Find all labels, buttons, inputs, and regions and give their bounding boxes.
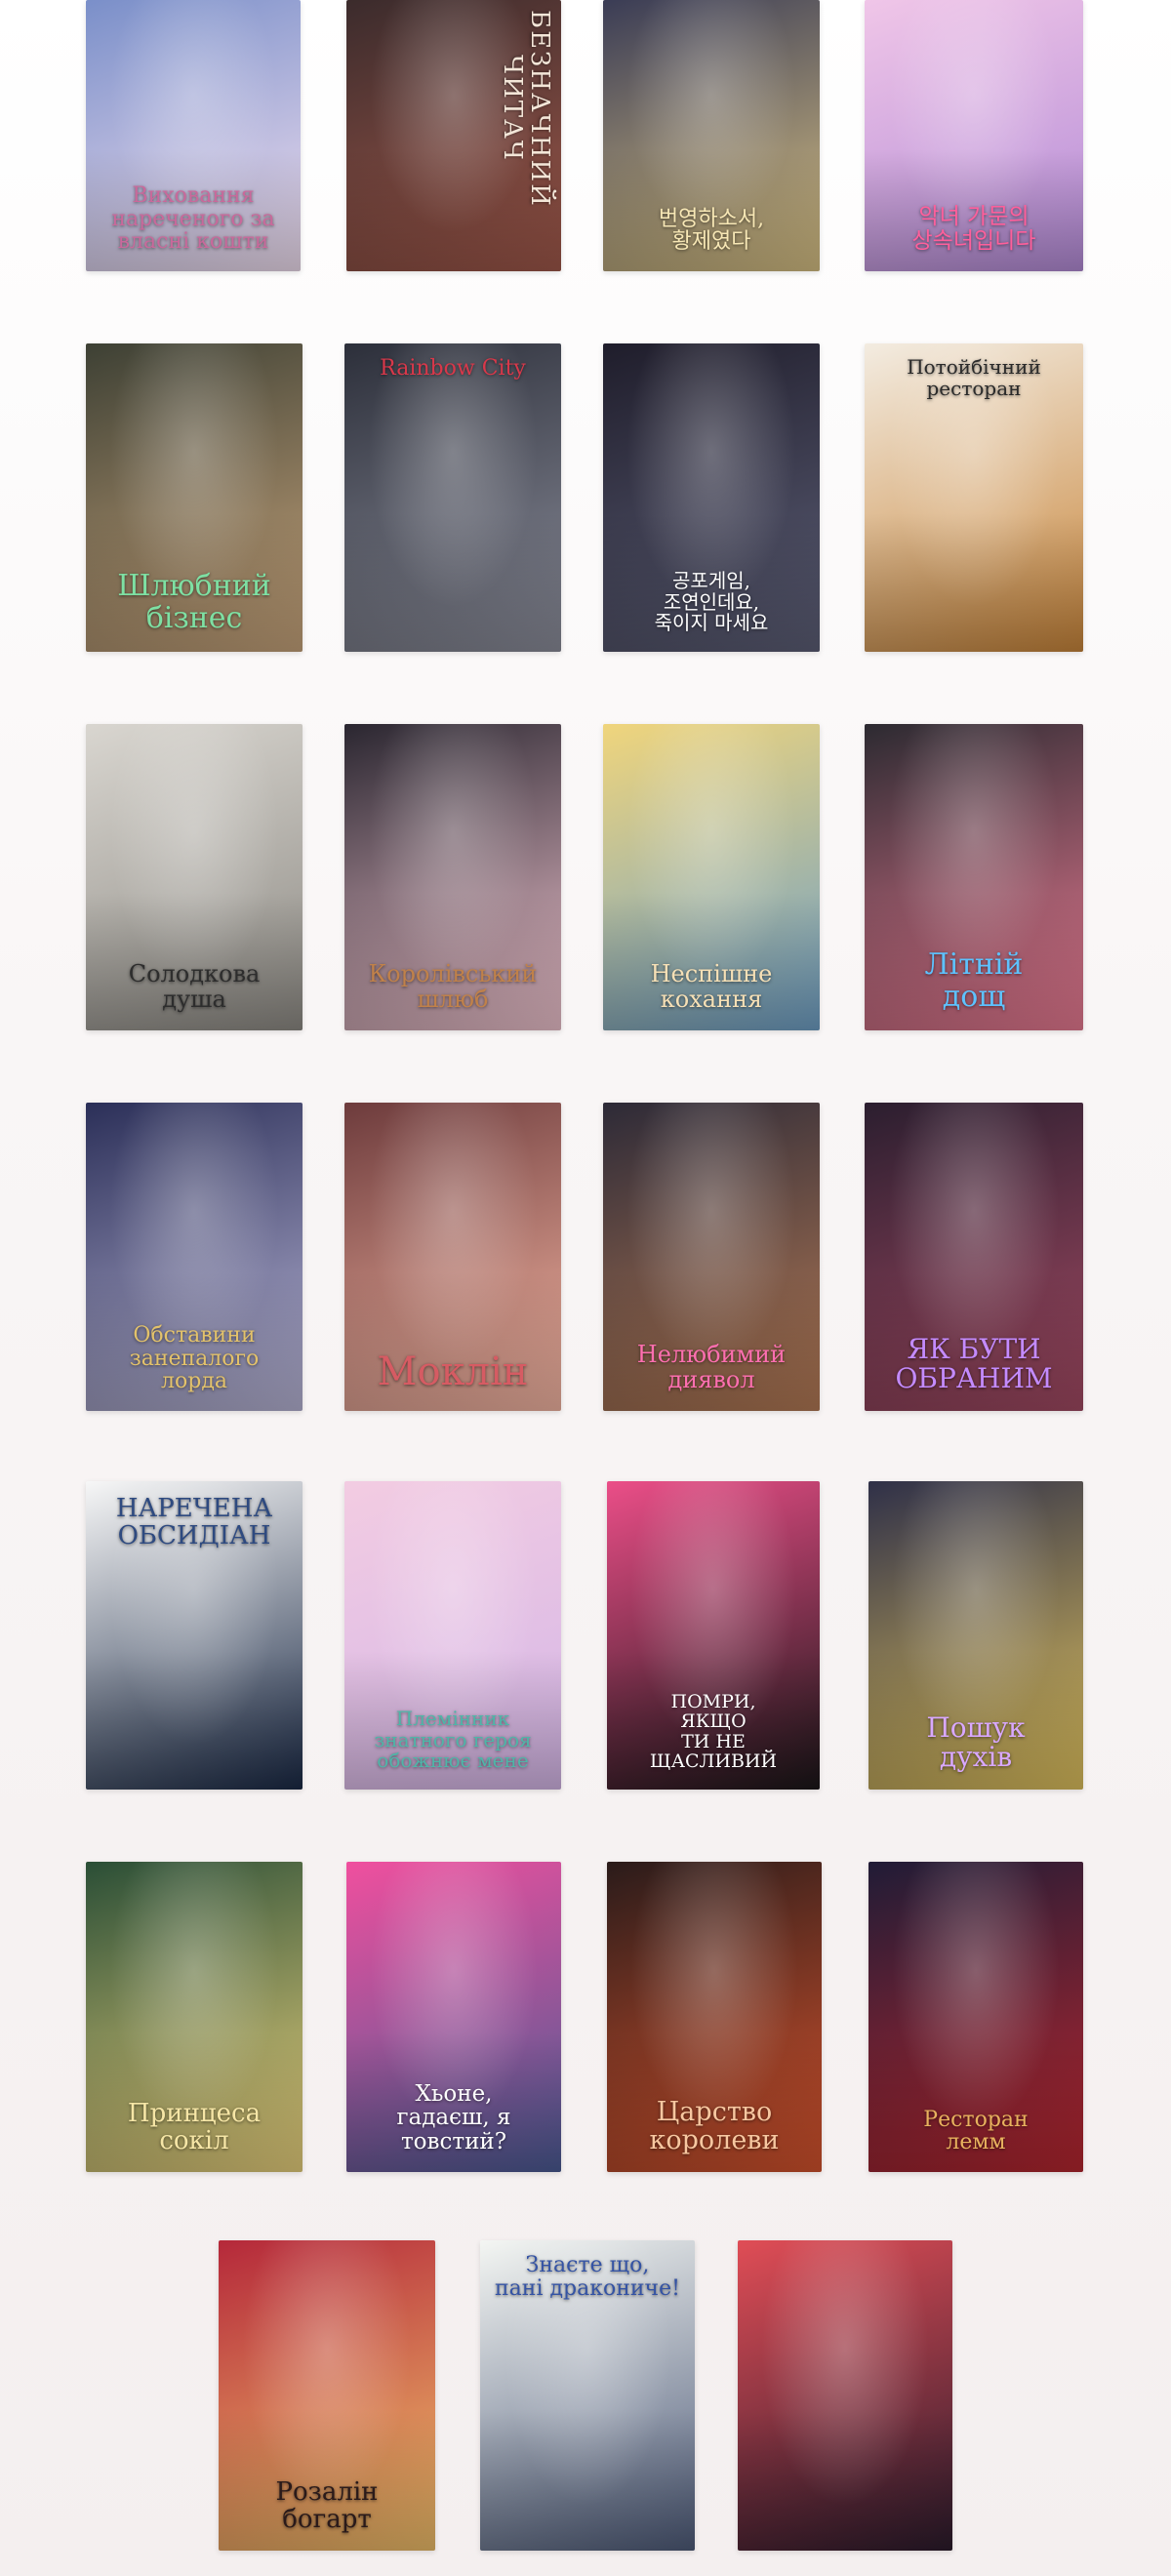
cover-card[interactable]: Потойбічний ресторан xyxy=(865,343,1083,652)
cover-card[interactable]: 악녀 가문의 상속녀입니다 xyxy=(865,0,1083,271)
cover-title: Неспішне кохання xyxy=(650,960,773,1014)
cover-title: Потойбічний ресторан xyxy=(907,355,1041,400)
cover-title: ПОМРИ, ЯКЩО ТИ НЕ ЩАСЛИВИЙ xyxy=(649,1690,778,1773)
cover-card[interactable]: Ресторан лемм xyxy=(868,1862,1083,2172)
cover-card[interactable]: ЯК БУТИ ОБРАНИМ xyxy=(865,1103,1083,1411)
cover-title: Знаєте що, пані дракониче! xyxy=(495,2253,680,2301)
cover-title: Шлюбний бізнес xyxy=(117,569,271,635)
cover-card[interactable]: Нелюбимий диявол xyxy=(603,1103,820,1411)
cover-title: БЕЗНАЧНИЙ ЧИТАЧ xyxy=(497,10,554,208)
cover-title: Нелюбимий диявол xyxy=(636,1341,787,1394)
cover-title: Пошук духів xyxy=(926,1711,1026,1773)
cover-card[interactable]: 번영하소서, 황제였다 xyxy=(603,0,820,271)
cover-title: 악녀 가문의 상속녀입니다 xyxy=(911,204,1036,255)
cover-card[interactable]: ПОМРИ, ЯКЩО ТИ НЕ ЩАСЛИВИЙ xyxy=(607,1481,820,1790)
cover-card[interactable]: Літній дощ xyxy=(865,724,1083,1030)
cover-card[interactable]: Племінник знатного героя обожнює мене xyxy=(344,1481,561,1790)
cover-card[interactable]: Моклін xyxy=(344,1103,561,1411)
cover-card[interactable]: Царство королеви xyxy=(607,1862,822,2172)
cover-card[interactable]: Виховання нареченого за власні кошти xyxy=(86,0,301,271)
cover-gallery: Виховання нареченого за власні кошти БЕЗ… xyxy=(0,0,1171,2576)
cover-card[interactable]: Обставини занепалого лорда xyxy=(86,1103,303,1411)
cover-card[interactable]: Хьоне, гадаєш, я товстий? xyxy=(346,1862,561,2172)
cover-card[interactable]: Розалін богарт xyxy=(219,2240,435,2551)
cover-card[interactable]: Королівський шлюб xyxy=(344,724,561,1030)
cover-card[interactable]: Принцеса сокіл xyxy=(86,1862,303,2172)
cover-title: Царство королеви xyxy=(649,2096,780,2155)
cover-card[interactable]: Rainbow City xyxy=(344,343,561,652)
cover-title: Солодкова душа xyxy=(128,960,261,1014)
cover-title: НАРЕЧЕНА ОБСИДІАН xyxy=(115,1494,273,1551)
cover-title: Ресторан лемм xyxy=(923,2107,1029,2155)
cover-shading xyxy=(344,343,561,652)
cover-title: Виховання нареченого за власні кошти xyxy=(111,182,275,255)
cover-title: Моклін xyxy=(377,1348,529,1394)
cover-card[interactable]: НАРЕЧЕНА ОБСИДІАН xyxy=(86,1481,303,1790)
cover-title: Принцеса сокіл xyxy=(127,2098,262,2155)
cover-card[interactable]: Пошук духів xyxy=(868,1481,1083,1790)
cover-title: ЯК БУТИ ОБРАНИМ xyxy=(895,1332,1053,1394)
cover-title: 번영하소서, 황제였다 xyxy=(658,206,765,255)
cover-card[interactable]: Знаєте що, пані дракониче! xyxy=(480,2240,695,2551)
cover-card[interactable]: Неспішне кохання xyxy=(603,724,820,1030)
cover-title: Хьоне, гадаєш, я товстий? xyxy=(396,2080,511,2155)
cover-title: Обставини занепалого лорда xyxy=(129,1322,260,1394)
cover-card[interactable]: Шлюбний бізнес xyxy=(86,343,303,652)
cover-title: Розалін богарт xyxy=(275,2476,379,2534)
cover-card[interactable]: Солодкова душа xyxy=(86,724,303,1030)
cover-title: Літній дощ xyxy=(924,947,1024,1014)
cover-title: Rainbow City xyxy=(380,356,526,381)
cover-title: Королівський шлюб xyxy=(368,960,538,1014)
cover-shading xyxy=(738,2240,952,2551)
cover-card[interactable] xyxy=(738,2240,952,2551)
cover-card[interactable]: БЕЗНАЧНИЙ ЧИТАЧ xyxy=(346,0,561,271)
cover-title: Племінник знатного героя обожнює мене xyxy=(374,1707,532,1773)
cover-title: 공포게임, 조연인데요, 죽이지 마세요 xyxy=(654,569,769,635)
cover-card[interactable]: 공포게임, 조연인데요, 죽이지 마세요 xyxy=(603,343,820,652)
